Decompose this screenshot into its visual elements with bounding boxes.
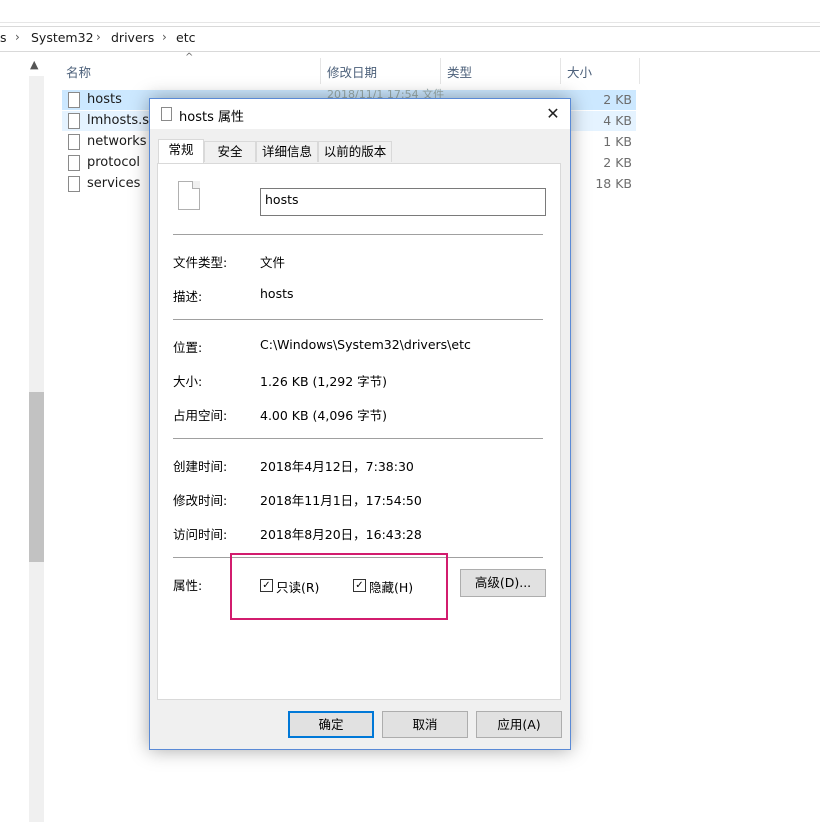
annotation-highlight-box	[230, 553, 448, 620]
breadcrumb-separator-icon: ›	[96, 30, 101, 44]
apply-button[interactable]: 应用(A)	[476, 711, 562, 738]
column-divider[interactable]	[440, 58, 441, 84]
properties-dialog: hosts 属性 ✕ 常规 安全 详细信息 以前的版本 hosts 文件类型: …	[149, 98, 571, 750]
breadcrumb-separator-icon: ›	[162, 30, 167, 44]
file-size: 4 KB	[603, 113, 632, 128]
created-label: 创建时间:	[173, 459, 228, 474]
column-divider[interactable]	[560, 58, 561, 84]
file-name-field[interactable]: hosts	[260, 188, 546, 216]
attributes-label: 属性:	[173, 578, 203, 593]
tab-previous-versions[interactable]: 以前的版本	[318, 141, 392, 162]
modified-value: 2018年11月1日，17:54:50	[260, 493, 422, 508]
description-label: 描述:	[173, 289, 203, 304]
breadcrumb-item-drivers[interactable]: drivers	[111, 30, 154, 45]
column-divider[interactable]	[639, 58, 640, 84]
size-on-disk-value: 4.00 KB (4,096 字节)	[260, 408, 388, 423]
file-name: hosts	[87, 92, 122, 107]
file-name: services	[87, 176, 141, 191]
file-name: networks	[87, 134, 147, 149]
size-value: 1.26 KB (1,292 字节)	[260, 374, 388, 389]
column-header-type[interactable]: 类型	[447, 62, 472, 81]
tab-general[interactable]: 常规	[158, 139, 204, 163]
scroll-up-icon[interactable]: ▲	[30, 58, 38, 71]
breadcrumb-item-0[interactable]: s	[0, 30, 7, 45]
separator	[173, 438, 543, 439]
tab-details[interactable]: 详细信息	[256, 141, 318, 162]
scrollbar-thumb[interactable]	[29, 392, 44, 562]
file-size: 18 KB	[595, 176, 632, 191]
sort-ascending-icon: ^	[185, 52, 194, 63]
size-on-disk-label: 占用空间:	[173, 408, 228, 423]
separator	[173, 234, 543, 235]
file-type-icon	[178, 181, 200, 210]
close-icon: ✕	[546, 104, 560, 123]
file-icon	[68, 176, 80, 192]
column-divider[interactable]	[320, 58, 321, 84]
file-icon	[161, 107, 172, 121]
close-button[interactable]: ✕	[536, 99, 570, 129]
cancel-button[interactable]: 取消	[382, 711, 468, 738]
modified-label: 修改时间:	[173, 493, 228, 508]
dialog-title: hosts 属性	[179, 110, 244, 125]
accessed-value: 2018年8月20日，16:43:28	[260, 527, 422, 542]
created-value: 2018年4月12日，7:38:30	[260, 459, 414, 474]
location-value: C:\Windows\System32\drivers\etc	[260, 337, 471, 352]
breadcrumb-separator-icon: ›	[15, 30, 20, 44]
breadcrumb-item-system32[interactable]: System32	[31, 30, 94, 45]
file-icon	[68, 134, 80, 150]
size-label: 大小:	[173, 374, 203, 389]
separator	[173, 319, 543, 320]
location-label: 位置:	[173, 340, 203, 355]
file-type-value: 文件	[260, 255, 286, 270]
file-size: 1 KB	[603, 134, 632, 149]
description-value: hosts	[260, 286, 294, 301]
accessed-label: 访问时间:	[173, 527, 228, 542]
column-header-modified[interactable]: 修改日期	[327, 62, 377, 81]
column-header-size[interactable]: 大小	[567, 62, 592, 81]
ok-button[interactable]: 确定	[288, 711, 374, 738]
ribbon-divider	[0, 22, 820, 23]
breadcrumb-item-etc[interactable]: etc	[176, 30, 195, 45]
file-icon	[68, 113, 80, 129]
file-icon	[68, 155, 80, 171]
dialog-titlebar[interactable]: hosts 属性 ✕	[150, 99, 570, 129]
file-type-label: 文件类型:	[173, 255, 228, 270]
file-size: 2 KB	[603, 155, 632, 170]
tab-security[interactable]: 安全	[204, 141, 256, 162]
column-header-name[interactable]: 名称	[66, 62, 91, 81]
advanced-button[interactable]: 高级(D)...	[460, 569, 546, 597]
file-name: protocol	[87, 155, 141, 170]
file-icon	[68, 92, 80, 108]
file-size: 2 KB	[603, 92, 632, 107]
